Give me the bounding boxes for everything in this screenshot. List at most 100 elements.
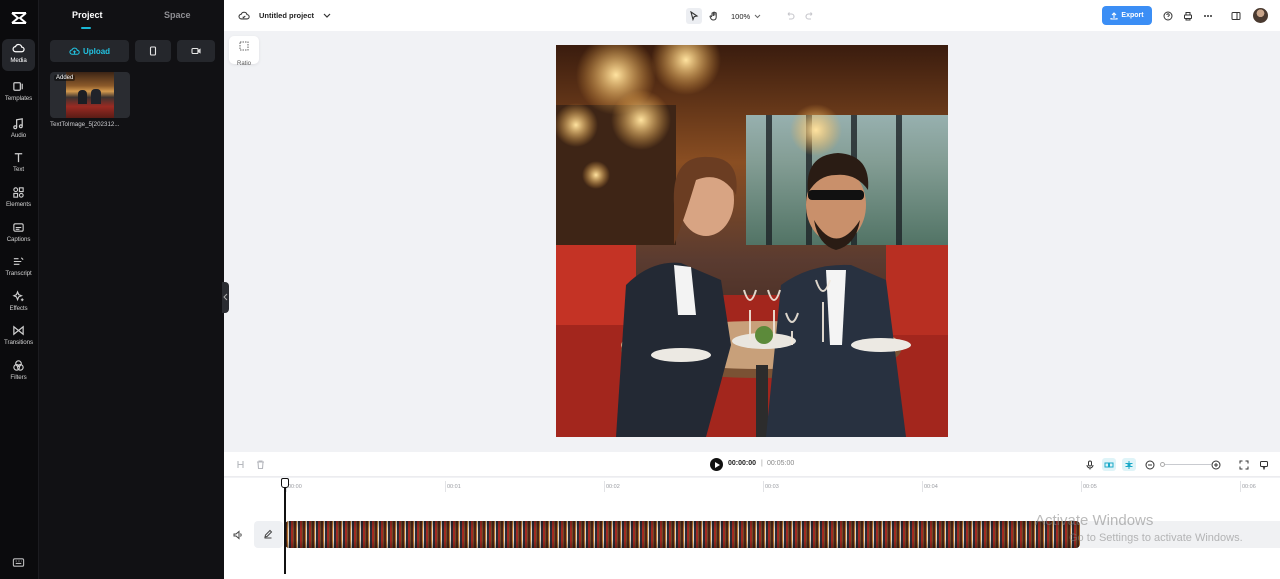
rail-item-media[interactable]: Media: [2, 39, 35, 71]
sparkle-icon: [12, 290, 24, 302]
undo-button[interactable]: [782, 8, 798, 24]
plus-circle-icon: [1211, 460, 1221, 469]
watermark-title: Activate Windows: [1035, 512, 1154, 529]
time-ruler-tick: 00:05: [1081, 481, 1097, 492]
export-icon: [1110, 11, 1118, 20]
rail-item-label: Effects: [9, 305, 28, 312]
chevron-down-icon[interactable]: [323, 12, 331, 19]
rail-item-elements[interactable]: Elements: [2, 183, 35, 215]
time-ruler-tick: 00:02: [604, 481, 620, 492]
volume-icon[interactable]: [233, 530, 243, 540]
user-avatar[interactable]: [1253, 8, 1268, 23]
toggle-layout-button[interactable]: [1228, 8, 1244, 24]
captions-icon: [13, 223, 24, 232]
hand-icon: [709, 11, 717, 21]
phone-upload-button[interactable]: [135, 40, 171, 62]
redo-button[interactable]: [802, 8, 818, 24]
added-badge: Added: [54, 75, 76, 81]
collapse-panel-handle[interactable]: [222, 282, 229, 313]
export-button[interactable]: Export: [1102, 6, 1152, 25]
rail-item-label: Text: [13, 166, 24, 173]
more-options-button[interactable]: [1200, 8, 1216, 24]
fit-timeline-button[interactable]: [1237, 458, 1251, 471]
time-ruler-tick: 00:04: [922, 481, 938, 492]
rail-item-label: Transitions: [4, 339, 33, 346]
export-label: Export: [1121, 12, 1144, 19]
elements-icon: [13, 187, 24, 198]
zoom-out-button[interactable]: [1143, 458, 1157, 471]
record-voice-button[interactable]: [1083, 458, 1097, 471]
watermark-subtitle: Go to Settings to activate Windows.: [1069, 532, 1243, 544]
music-note-icon: [13, 118, 23, 130]
chevron-left-icon: [223, 293, 228, 301]
transitions-icon: [13, 325, 24, 336]
play-button[interactable]: [710, 458, 723, 471]
auto-snap-toggle[interactable]: [1102, 458, 1116, 471]
rail-item-label: Audio: [10, 132, 27, 139]
feedback-button[interactable]: [1257, 458, 1271, 471]
rail-item-transcript[interactable]: Transcript: [2, 252, 35, 284]
media-panel: Project Space Upload Added TextToImage_5…: [38, 0, 224, 579]
ratio-icon: [239, 41, 249, 51]
chevron-down-icon[interactable]: [754, 13, 761, 19]
ratio-button[interactable]: Ratio: [229, 36, 259, 67]
tab-space[interactable]: Space: [164, 10, 191, 20]
zoom-level[interactable]: 100%: [731, 12, 750, 21]
tab-project[interactable]: Project: [72, 10, 103, 20]
project-title[interactable]: Untitled project: [259, 11, 314, 20]
hand-tool-button[interactable]: [706, 8, 722, 24]
zoom-in-button[interactable]: [1209, 458, 1223, 471]
record-button[interactable]: [177, 40, 215, 62]
templates-icon: [13, 82, 23, 91]
timeline-zoom-slider[interactable]: [1161, 464, 1211, 465]
upload-button[interactable]: Upload: [50, 40, 129, 62]
time-ruler-tick: 00:06: [1240, 481, 1256, 492]
trash-icon[interactable]: [255, 459, 266, 470]
message-icon: [1260, 460, 1268, 470]
minus-circle-icon: [1145, 460, 1155, 469]
playhead[interactable]: [281, 478, 289, 574]
print-button[interactable]: [1180, 8, 1196, 24]
active-tab-indicator: [81, 27, 91, 29]
rail-item-label: Elements: [6, 201, 31, 208]
cloud-upload-icon: [69, 47, 80, 55]
time-separator: |: [761, 460, 763, 467]
microphone-icon: [1086, 460, 1094, 469]
upload-label: Upload: [82, 46, 111, 56]
rail-item-text[interactable]: Text: [2, 148, 35, 180]
current-time: 00:00:00: [728, 460, 757, 467]
help-button[interactable]: [1160, 8, 1176, 24]
rail-item-filters[interactable]: Filters: [2, 356, 35, 388]
rail-item-captions[interactable]: Captions: [2, 218, 35, 250]
rail-item-templates[interactable]: Templates: [2, 77, 35, 109]
rail-item-label: Media: [10, 57, 27, 64]
playback-bar: 00:00:00 | 00:05:00: [224, 452, 1280, 477]
edit-cover-button[interactable]: [254, 521, 283, 548]
select-tool-button[interactable]: [686, 8, 702, 24]
preview-image: [556, 45, 948, 437]
media-filename: TextToImage_5[202312...: [50, 121, 120, 128]
ratio-label: Ratio: [236, 61, 251, 67]
rail-item-transitions[interactable]: Transitions: [2, 321, 35, 353]
rail-item-effects[interactable]: Effects: [2, 287, 35, 319]
split-icon[interactable]: [235, 459, 246, 470]
keyboard-icon[interactable]: [12, 556, 25, 569]
video-clip[interactable]: [285, 521, 1080, 548]
rail-item-audio[interactable]: Audio: [2, 114, 35, 146]
link-toggle[interactable]: [1122, 458, 1136, 471]
preview-canvas[interactable]: [556, 45, 948, 437]
text-icon: [14, 153, 23, 163]
top-bar: Untitled project 100% Export: [224, 0, 1280, 31]
undo-icon: [787, 12, 795, 20]
cloud-sync-icon[interactable]: [238, 10, 250, 21]
transcript-icon: [13, 257, 24, 265]
media-thumbnail[interactable]: Added: [50, 72, 130, 118]
total-time: 00:05:00: [767, 460, 795, 467]
rail-item-label: Captions: [6, 236, 31, 243]
left-rail: Media Templates Audio Text Elements Capt…: [0, 0, 38, 579]
timeline-zoom-knob[interactable]: [1160, 462, 1165, 467]
more-horizontal-icon: [1204, 15, 1212, 17]
filters-icon: [13, 360, 24, 371]
rail-item-label: Filters: [10, 374, 27, 381]
pointer-icon: [690, 11, 699, 21]
